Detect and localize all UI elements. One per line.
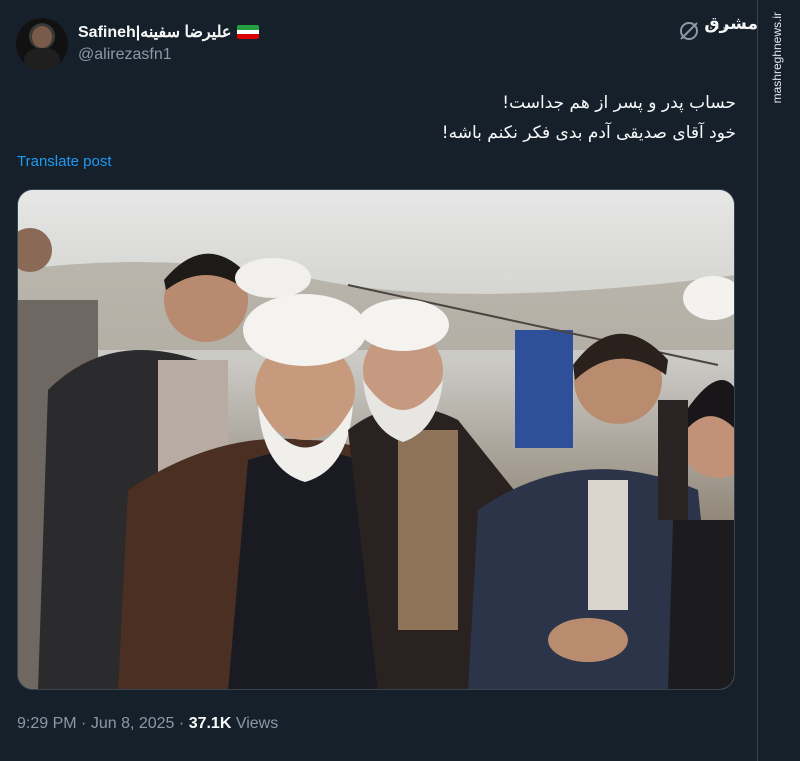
photo-illustration xyxy=(18,190,734,689)
user-handle[interactable]: @alirezasfn1 xyxy=(78,46,172,64)
tweet-photo[interactable] xyxy=(17,189,735,690)
meta-separator: · xyxy=(178,715,185,732)
tweet-time[interactable]: 9:29 PM xyxy=(17,715,77,732)
avatar-face xyxy=(32,26,52,48)
watermark-logo: مشرق xyxy=(704,14,758,34)
tweet-text: حساب پدر و پسر از هم جداست! خود آقای صدی… xyxy=(136,88,736,148)
tweet-text-line-1: حساب پدر و پسر از هم جداست! xyxy=(502,93,736,113)
views-label: Views xyxy=(235,715,279,732)
author-name-row[interactable]: Safineh|علیرضا سفینه xyxy=(78,20,260,44)
translate-post-link[interactable]: Translate post xyxy=(17,153,112,170)
tweet-meta: 9:29 PM · Jun 8, 2025 · 37.1K Views xyxy=(17,715,278,733)
watermark-url: mashreghnews.ir xyxy=(770,12,784,104)
grok-icon[interactable] xyxy=(678,20,700,42)
iran-flag-icon xyxy=(237,25,260,39)
meta-separator: · xyxy=(81,715,87,732)
views-count: 37.1K xyxy=(188,715,232,732)
avatar-body xyxy=(24,48,60,70)
column-divider xyxy=(757,0,758,761)
tweet-date[interactable]: Jun 8, 2025 xyxy=(91,715,175,732)
avatar[interactable] xyxy=(16,18,68,70)
display-name[interactable]: Safineh|علیرضا سفینه xyxy=(78,22,231,42)
tweet-text-line-2: خود آقای صدیقی آدم بدی فکر نکنم باشه! xyxy=(441,123,736,143)
